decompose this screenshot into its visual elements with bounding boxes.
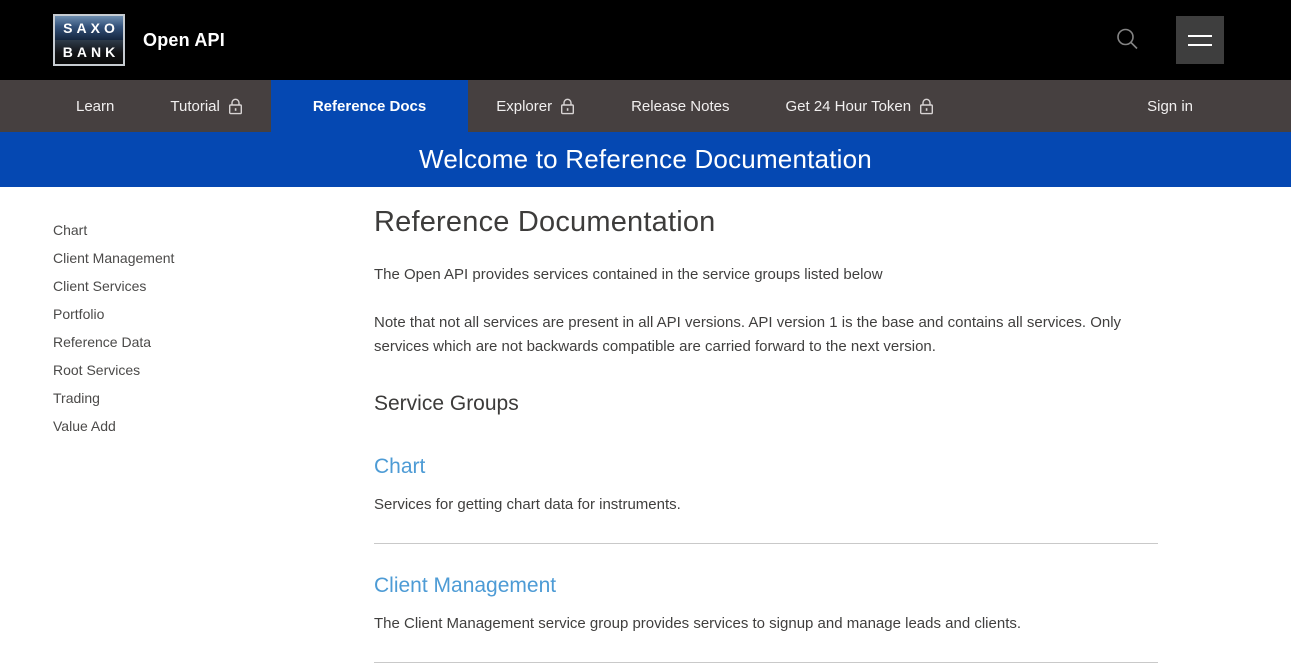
content-area: Chart Client Management Client Services …: [0, 187, 1291, 663]
nav-label: Release Notes: [631, 98, 729, 115]
nav-label: Explorer: [496, 98, 552, 115]
sidebar-item-root-services[interactable]: Root Services: [53, 356, 374, 384]
service-groups-heading: Service Groups: [374, 392, 1158, 416]
nav-label: Reference Docs: [313, 98, 426, 115]
main-content: Reference Documentation The Open API pro…: [374, 187, 1158, 663]
nav-item-tutorial[interactable]: Tutorial: [142, 80, 270, 132]
main-nav: Learn Tutorial Reference Docs Explorer R…: [0, 80, 1291, 132]
nav-item-release-notes[interactable]: Release Notes: [603, 80, 757, 132]
sidebar-item-client-services[interactable]: Client Services: [53, 272, 374, 300]
search-icon[interactable]: [1108, 20, 1148, 60]
service-group-link-chart[interactable]: Chart: [374, 455, 425, 479]
hamburger-bar: [1188, 35, 1212, 37]
lock-icon: [228, 98, 243, 115]
sidebar-item-trading[interactable]: Trading: [53, 384, 374, 412]
lock-icon: [919, 98, 934, 115]
sign-in-button[interactable]: Sign in: [1119, 80, 1221, 132]
sidebar-item-client-management[interactable]: Client Management: [53, 244, 374, 272]
sidebar-nav: Chart Client Management Client Services …: [0, 187, 374, 440]
service-group-chart: Chart Services for getting chart data fo…: [374, 416, 1158, 544]
app-title: Open API: [143, 30, 225, 51]
sidebar-item-portfolio[interactable]: Portfolio: [53, 300, 374, 328]
nav-item-explorer[interactable]: Explorer: [468, 80, 603, 132]
service-group-description: The Client Management service group prov…: [374, 612, 1158, 636]
nav-item-reference-docs[interactable]: Reference Docs: [271, 80, 468, 132]
sidebar-item-chart[interactable]: Chart: [53, 216, 374, 244]
nav-item-learn[interactable]: Learn: [48, 80, 142, 132]
top-header: SAXO BANK Open API: [0, 0, 1291, 80]
logo-line-bank: BANK: [55, 40, 123, 64]
hamburger-bar: [1188, 44, 1212, 46]
page-title: Reference Documentation: [374, 206, 1158, 239]
service-group-description: Services for getting chart data for inst…: [374, 493, 1158, 517]
service-group-client-management: Client Management The Client Management …: [374, 544, 1158, 663]
nav-label: Learn: [76, 98, 114, 115]
logo-line-saxo: SAXO: [55, 16, 123, 40]
nav-label: Tutorial: [170, 98, 219, 115]
saxo-bank-logo[interactable]: SAXO BANK: [53, 14, 125, 66]
note-paragraph: Note that not all services are present i…: [374, 311, 1158, 359]
page-banner: Welcome to Reference Documentation: [0, 132, 1291, 187]
service-group-link-client-management[interactable]: Client Management: [374, 574, 556, 598]
nav-item-get-24-hour-token[interactable]: Get 24 Hour Token: [757, 80, 962, 132]
nav-label: Get 24 Hour Token: [785, 98, 911, 115]
banner-title: Welcome to Reference Documentation: [419, 144, 872, 175]
sidebar-item-reference-data[interactable]: Reference Data: [53, 328, 374, 356]
lock-icon: [560, 98, 575, 115]
hamburger-menu-button[interactable]: [1176, 16, 1224, 64]
sign-in-label: Sign in: [1147, 98, 1193, 115]
intro-paragraph: The Open API provides services contained…: [374, 263, 1158, 287]
sidebar-item-value-add[interactable]: Value Add: [53, 412, 374, 440]
